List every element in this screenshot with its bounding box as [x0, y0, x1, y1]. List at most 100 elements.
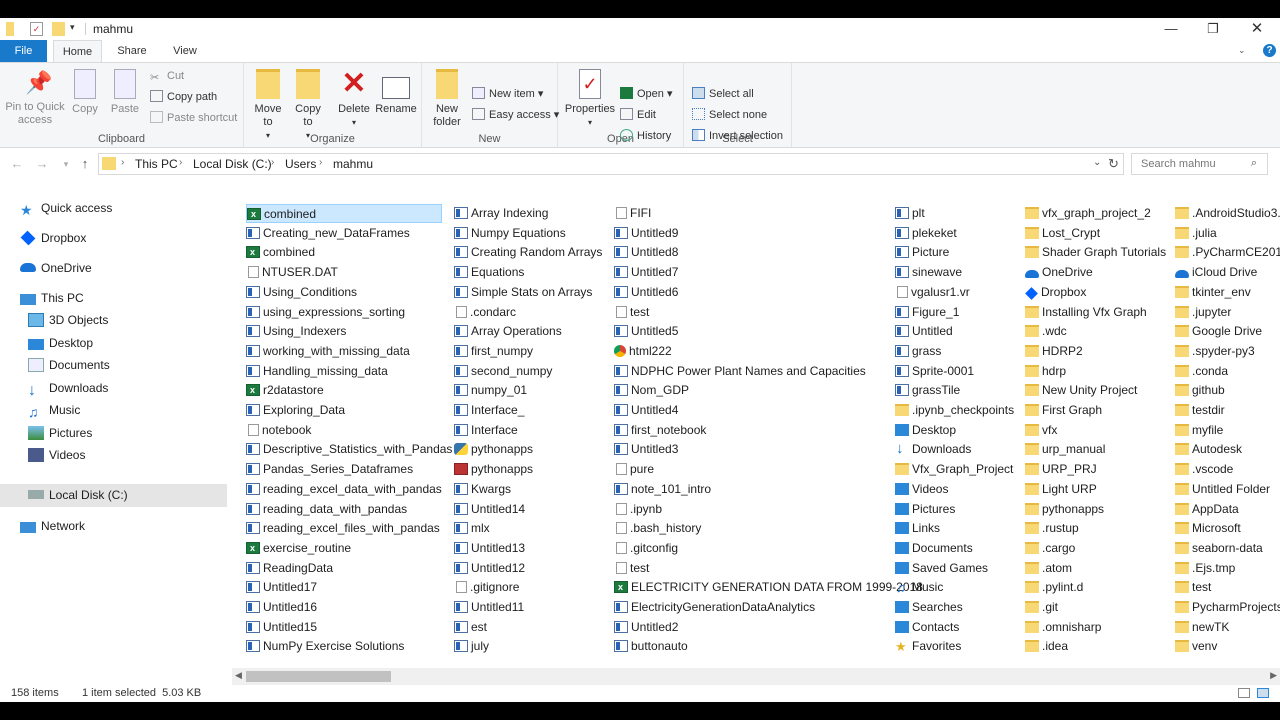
file-item[interactable]: july	[454, 637, 489, 656]
select-none-button[interactable]: Select none	[692, 106, 767, 124]
file-item[interactable]: first_numpy	[454, 342, 533, 361]
file-item[interactable]: pythonapps	[454, 460, 533, 479]
file-item[interactable]: second_numpy	[454, 362, 552, 381]
file-item[interactable]: newTK	[1175, 618, 1229, 637]
nav-music[interactable]: ♫ Music	[28, 399, 80, 421]
file-item[interactable]: Descriptive_Statistics_with_Pandas	[246, 440, 452, 459]
file-item[interactable]: Microsoft	[1175, 519, 1241, 538]
chevron-down-icon[interactable]: ▾	[70, 22, 78, 36]
file-item[interactable]: .gitconfig	[614, 539, 678, 558]
file-item[interactable]: Untitled6	[614, 283, 678, 302]
open-button[interactable]: Open ▾	[620, 85, 673, 103]
file-item[interactable]: FIFI	[614, 204, 651, 223]
file-item[interactable]: Untitled13	[454, 539, 525, 558]
file-item[interactable]: Favorites	[895, 637, 961, 656]
scrollbar-thumb[interactable]	[246, 671, 391, 682]
file-item[interactable]: myfile	[1175, 421, 1223, 440]
file-item[interactable]: Untitled11	[454, 598, 524, 617]
help-icon[interactable]: ?	[1263, 44, 1276, 57]
file-item[interactable]: Untitled9	[614, 224, 678, 243]
file-item[interactable]: .idea	[1025, 637, 1068, 656]
file-item[interactable]: ReadingData	[246, 559, 333, 578]
file-item[interactable]: Dropbox	[1025, 283, 1086, 302]
nav-this-pc[interactable]: This PC	[20, 287, 84, 309]
nav-dropbox[interactable]: Dropbox	[20, 227, 86, 249]
file-item[interactable]: hdrp	[1025, 362, 1066, 381]
invert-selection-button[interactable]: Invert selection	[692, 127, 783, 145]
file-item[interactable]: New Unity Project	[1025, 381, 1137, 400]
file-item[interactable]: ELECTRICITY GENERATION DATA FROM 1999-20…	[614, 578, 923, 597]
file-item[interactable]: grass	[895, 342, 941, 361]
file-item[interactable]: Simple Stats on Arrays	[454, 283, 592, 302]
file-item[interactable]: .pylint.d	[1025, 578, 1083, 597]
file-item[interactable]: combined	[246, 243, 315, 262]
details-view-icon[interactable]	[1238, 688, 1250, 698]
file-item[interactable]: First Graph	[1025, 401, 1102, 420]
back-arrow-icon[interactable]: ←	[8, 155, 26, 173]
nav-local-disk[interactable]: Local Disk (C:)	[0, 484, 227, 507]
file-item[interactable]: Handling_missing_data	[246, 362, 388, 381]
address-bar[interactable]: › This PC › Local Disk (C:) › Users › ma…	[98, 153, 1124, 175]
file-item[interactable]: Untitled7	[614, 263, 678, 282]
file-item[interactable]: Contacts	[895, 618, 959, 637]
file-item[interactable]: sinewave	[895, 263, 962, 282]
file-item[interactable]: OneDrive	[1025, 263, 1093, 282]
file-item[interactable]: combined	[246, 204, 442, 224]
cut-button[interactable]: ✂ Cut	[150, 67, 184, 85]
scroll-left-icon[interactable]: ◀	[235, 670, 242, 681]
file-item[interactable]: using_expressions_sorting	[246, 303, 405, 322]
paste-button[interactable]: Paste	[106, 69, 144, 116]
file-item[interactable]: Sprite-0001	[895, 362, 974, 381]
nav-network[interactable]: Network	[20, 515, 85, 537]
file-item[interactable]: vfx_graph_project_2	[1025, 204, 1151, 223]
file-item[interactable]: Searches	[895, 598, 963, 617]
file-item[interactable]: pythonapps	[454, 440, 533, 459]
file-item[interactable]: plekeket	[895, 224, 957, 243]
file-item[interactable]: .ipynb_checkpoints	[895, 401, 1014, 420]
file-item[interactable]: Desktop	[895, 421, 956, 440]
file-item[interactable]: note_101_intro	[614, 480, 711, 499]
file-item[interactable]: Documents	[895, 539, 973, 558]
file-item[interactable]: Untitled12	[454, 559, 525, 578]
file-item[interactable]: URP_PRJ	[1025, 460, 1097, 479]
file-item[interactable]: test	[614, 559, 649, 578]
nav-quick-access[interactable]: ★ Quick access	[20, 197, 112, 219]
large-icons-view-icon[interactable]	[1257, 688, 1269, 698]
file-item[interactable]: Downloads	[895, 439, 971, 459]
tab-view[interactable]: View	[164, 40, 206, 62]
restore-icon[interactable]: ❐	[1192, 18, 1234, 40]
nav-pictures[interactable]: Pictures	[28, 422, 92, 444]
file-item[interactable]: r2datastore	[246, 381, 324, 400]
file-item[interactable]: plt	[895, 204, 925, 223]
file-item[interactable]: venv	[1175, 637, 1217, 656]
file-item[interactable]: working_with_missing_data	[246, 342, 410, 361]
file-item[interactable]: .jupyter	[1175, 303, 1231, 322]
nav-3d-objects[interactable]: 3D Objects	[28, 309, 108, 331]
file-item[interactable]: .AndroidStudio3.6	[1175, 204, 1280, 223]
file-item[interactable]: Vfx_Graph_Project	[895, 460, 1013, 479]
file-item[interactable]: Nom_GDP	[614, 381, 689, 400]
file-item[interactable]: first_notebook	[614, 421, 706, 440]
file-item[interactable]: Untitled Folder	[1175, 480, 1270, 499]
file-item[interactable]: pure	[614, 460, 654, 479]
file-item[interactable]: notebook	[246, 421, 311, 440]
new-item-button[interactable]: New item ▾	[472, 85, 543, 103]
file-item[interactable]: Untitled2	[614, 618, 678, 637]
delete-button[interactable]: ✕ Delete ▾	[336, 69, 372, 129]
copy-button[interactable]: Copy	[68, 69, 102, 116]
nav-documents[interactable]: Documents	[28, 354, 110, 376]
file-item[interactable]: mlx	[454, 519, 490, 538]
file-item[interactable]: html222	[614, 342, 672, 361]
select-all-button[interactable]: Select all	[692, 85, 754, 103]
history-button[interactable]: History	[620, 127, 671, 145]
file-item[interactable]: Array Operations	[454, 322, 562, 341]
file-item[interactable]: Pictures	[895, 500, 955, 519]
file-item[interactable]: Untitled8	[614, 243, 678, 262]
copy-to-button[interactable]: Copy to ▾	[292, 69, 324, 142]
crumb-mahmu[interactable]: mahmu	[333, 157, 373, 171]
paste-shortcut-button[interactable]: Paste shortcut	[150, 109, 237, 127]
address-dropdown-icon[interactable]: ⌄	[1093, 157, 1101, 168]
file-item[interactable]: test	[614, 303, 649, 322]
copy-path-button[interactable]: Copy path	[150, 88, 217, 106]
file-item[interactable]: HDRP2	[1025, 342, 1083, 361]
